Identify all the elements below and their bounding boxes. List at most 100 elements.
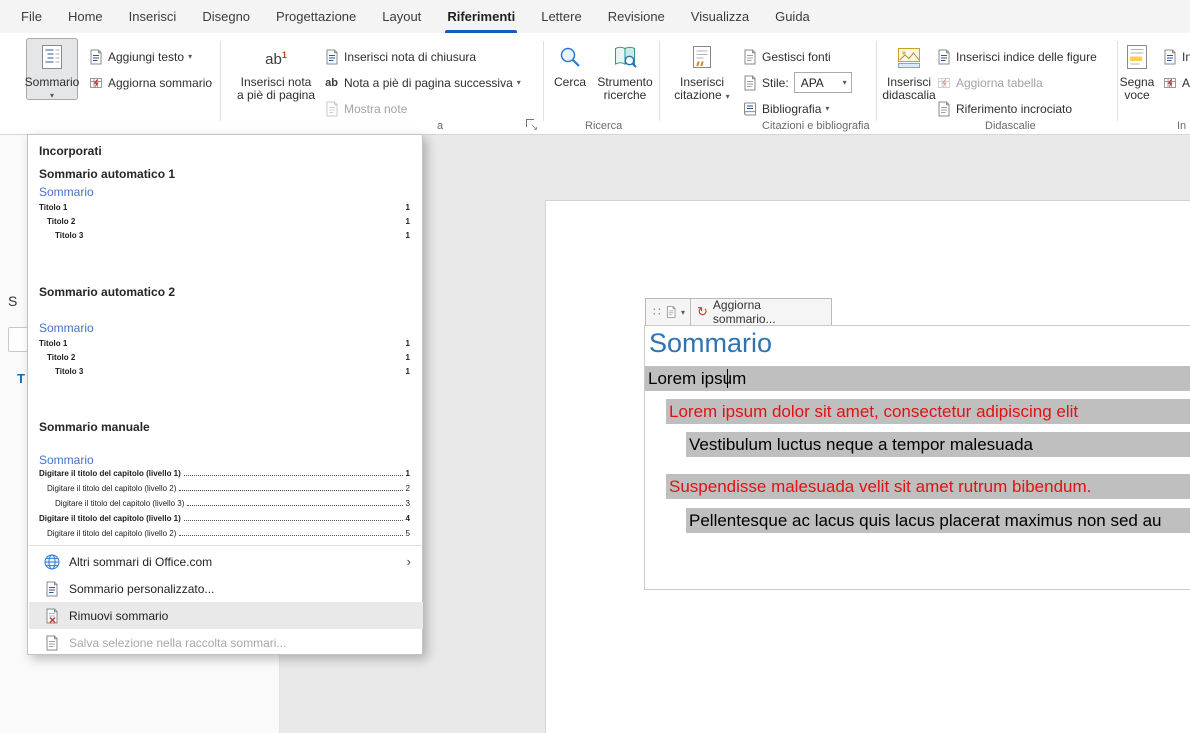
aggiorna-sommario-label: Aggiorna sommario: [108, 76, 212, 90]
gallery-preview-row: Digitare il titolo del capitolo (livello…: [47, 482, 410, 493]
endnote-icon: [322, 49, 341, 65]
menu-item-custom-toc[interactable]: Sommario personalizzato...: [29, 575, 423, 602]
drag-handle-icon: ∷: [653, 305, 661, 319]
didascalia-label-line2: didascalia: [882, 89, 935, 102]
bibliografia-button[interactable]: Bibliografia ▾: [740, 97, 829, 120]
stile-row: Stile: APA▾: [740, 71, 852, 94]
tab-progettazione[interactable]: Progettazione: [263, 0, 369, 33]
segna-voce-button[interactable]: Segna voce: [1113, 38, 1161, 102]
gestisci-fonti-button[interactable]: Gestisci fonti: [740, 45, 831, 68]
gallery-item-title: Sommario automatico 2: [39, 285, 175, 299]
menu-item-label: Salva selezione nella raccolta sommari..…: [69, 636, 286, 650]
sommario-button[interactable]: Sommario ▾: [26, 38, 78, 100]
toc-entry-text: Pellentesque ac lacus quis lacus placera…: [689, 511, 1162, 531]
endnote-label: Inserisci nota di chiusura: [344, 50, 476, 64]
nota-successiva-button[interactable]: ab Nota a piè di pagina successiva ▾: [322, 71, 521, 94]
toc-entry-text: Lorem ipsum: [648, 369, 746, 389]
update-icon: [86, 75, 105, 91]
gallery-preview-row: Digitare il titolo del capitolo (livello…: [39, 467, 410, 478]
toc-title[interactable]: Sommario: [649, 328, 772, 359]
chevron-down-icon: ▾: [188, 52, 192, 61]
tab-home[interactable]: Home: [55, 0, 116, 33]
group-divider: [543, 41, 544, 121]
tab-layout[interactable]: Layout: [369, 0, 434, 33]
group-divider: [876, 41, 877, 121]
aggiungi-testo-label: Aggiungi testo: [108, 50, 184, 64]
book-icon: [740, 101, 759, 117]
chevron-down-icon: ▾: [517, 78, 521, 87]
chevron-down-icon: ▾: [726, 92, 730, 101]
inserisci-nota-chiusura-button[interactable]: Inserisci nota di chiusura: [322, 45, 476, 68]
tab-lettere[interactable]: Lettere: [528, 0, 594, 33]
gallery-preview-title: Sommario: [39, 185, 94, 199]
index-update-button[interactable]: A: [1160, 71, 1190, 94]
inserisci-nota-pie-pagina-button[interactable]: ab1 Inserisci nota a piè di pagina: [238, 38, 314, 102]
aggiorna-sommario-button[interactable]: Aggiorna sommario: [86, 71, 212, 94]
inserisci-citazione-button[interactable]: Inserisci citazione▾: [670, 38, 734, 103]
tab-inserisci[interactable]: Inserisci: [116, 0, 190, 33]
caption-icon: [896, 44, 922, 70]
index-insert-label-fragment: In: [1182, 50, 1190, 64]
submenu-arrow-icon: ›: [407, 554, 411, 569]
inserisci-didascalia-button[interactable]: Inserisci didascalia: [879, 38, 939, 102]
tab-file[interactable]: File: [8, 0, 55, 33]
gallery-preview-row: Titolo 31: [55, 365, 410, 376]
gallery-preview-title: Sommario: [39, 453, 94, 467]
aggiorna-tabella-label: Aggiorna tabella: [956, 76, 1043, 90]
menu-item-more-toc-office[interactable]: Altri sommari di Office.com ›: [29, 548, 423, 575]
gallery-preview-row: Titolo 11: [39, 201, 410, 212]
mostra-note-button[interactable]: Mostra note: [322, 97, 407, 120]
toc-entry-line[interactable]: Pellentesque ac lacus quis lacus placera…: [686, 508, 1190, 533]
menu-item-save-selection[interactable]: Salva selezione nella raccolta sommari..…: [29, 629, 423, 656]
add-text-icon: [86, 49, 105, 65]
style-combobox[interactable]: APA▾: [794, 72, 852, 93]
toc-entry-line[interactable]: Lorem ipsum dolor sit amet, consectetur …: [666, 399, 1190, 424]
tab-guida[interactable]: Guida: [762, 0, 823, 33]
footnote-icon: ab1: [265, 48, 287, 67]
update-toc-button[interactable]: ↻ Aggiorna sommario...: [690, 298, 832, 326]
tab-riferimenti[interactable]: Riferimenti: [434, 0, 528, 33]
sommario-button-label: Sommario: [25, 76, 80, 89]
inserisci-indice-figure-button[interactable]: Inserisci indice delle figure: [934, 45, 1097, 68]
menu-item-label: Sommario personalizzato...: [69, 582, 214, 596]
citations-group-label: Citazioni e bibliografia: [762, 120, 870, 132]
chevron-down-icon: ▾: [681, 308, 685, 317]
tab-disegno[interactable]: Disegno: [189, 0, 263, 33]
menu-item-remove-toc[interactable]: Rimuovi sommario: [29, 602, 423, 629]
toc-entry-line[interactable]: Suspendisse malesuada velit sit amet rut…: [666, 474, 1190, 499]
aggiorna-tabella-button[interactable]: Aggiorna tabella: [934, 71, 1043, 94]
gestisci-fonti-label: Gestisci fonti: [762, 50, 831, 64]
gallery-item-title: Sommario manuale: [39, 420, 150, 434]
stile-label: Stile:: [762, 76, 789, 90]
group-divider: [659, 41, 660, 121]
strumento-ricerche-button[interactable]: Strumento ricerche: [594, 38, 656, 102]
chevron-down-icon: ▾: [825, 104, 829, 113]
cerca-button[interactable]: Cerca: [548, 38, 592, 89]
riferimento-incrociato-button[interactable]: Riferimento incrociato: [934, 97, 1072, 120]
gallery-preview-row: Titolo 31: [55, 229, 410, 240]
footnotes-group-label-fragment: a: [437, 120, 443, 132]
chevron-down-icon: ▾: [50, 91, 54, 100]
tab-revisione[interactable]: Revisione: [595, 0, 678, 33]
toc-control-handle-tab[interactable]: ∷ ▾: [645, 298, 691, 326]
aggiungi-testo-button[interactable]: Aggiungi testo ▾: [86, 45, 192, 68]
save-gallery-icon: [42, 635, 62, 651]
globe-icon: [42, 553, 62, 571]
ribbon-tab-bar: File Home Inserisci Disegno Progettazion…: [0, 0, 1190, 33]
navigation-tab-fragment[interactable]: T: [17, 371, 25, 386]
toc-entry-line[interactable]: Vestibulum luctus neque a tempor malesua…: [686, 432, 1190, 457]
tab-visualizza[interactable]: Visualizza: [678, 0, 762, 33]
gallery-preview-row: Digitare il titolo del capitolo (livello…: [47, 527, 410, 538]
bibliografia-label: Bibliografia: [762, 102, 821, 116]
ribbon: Sommario ▾ Aggiungi testo ▾ Aggiorna som…: [0, 33, 1190, 135]
toc-icon: [39, 44, 65, 70]
citation-icon: [689, 44, 715, 70]
researcher-icon: [612, 44, 638, 70]
dialog-launcher-icon[interactable]: [524, 117, 538, 131]
text-cursor: [727, 369, 728, 388]
update-toc-icon: ↻: [697, 304, 708, 320]
next-footnote-icon: ab: [322, 77, 341, 89]
toc-entry-text: Lorem ipsum dolor sit amet, consectetur …: [669, 402, 1078, 422]
index-insert-button[interactable]: In: [1160, 45, 1190, 68]
gallery-preview-row: Titolo 11: [39, 337, 410, 348]
